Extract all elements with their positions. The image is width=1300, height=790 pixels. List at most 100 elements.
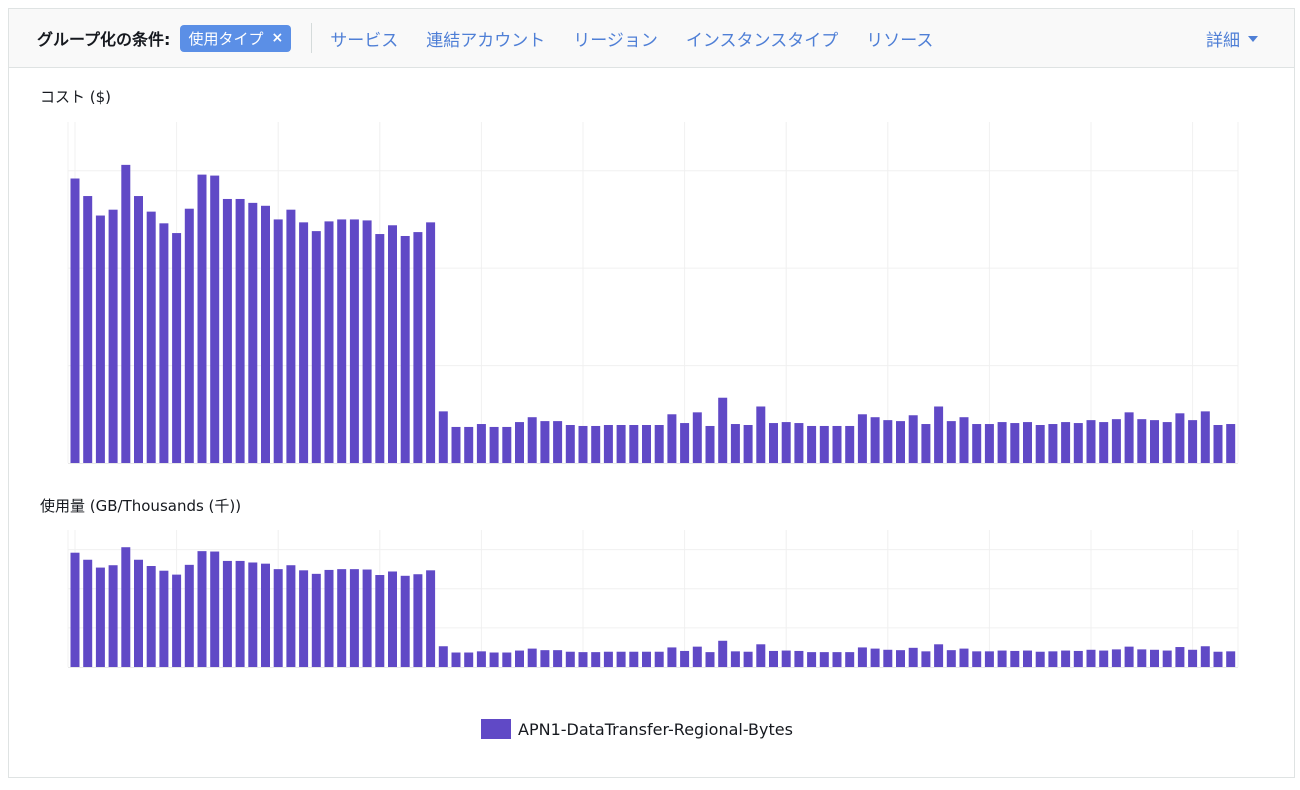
usage-bar (527, 648, 537, 667)
cost-bar (197, 174, 207, 463)
usage-bar (1200, 646, 1210, 667)
usage-bar (400, 575, 410, 667)
usage-bar (1124, 646, 1134, 667)
cost-bar (476, 424, 486, 463)
usage-bar (95, 567, 105, 667)
usage-bar (502, 652, 512, 667)
cost-bar (515, 422, 524, 463)
cost-bar (565, 425, 575, 463)
cost-bar (578, 425, 588, 463)
cost-bar (1188, 420, 1198, 463)
usage-bar (210, 551, 220, 667)
cost-bar (1213, 425, 1223, 463)
cost-bar (375, 234, 385, 463)
usage-bar (756, 644, 766, 667)
cost-bar (159, 223, 169, 463)
usage-bar (603, 651, 613, 667)
cost-bar (273, 219, 283, 463)
usage-bar (1213, 651, 1223, 667)
usage-bar (832, 652, 842, 667)
cost-bar (908, 415, 918, 463)
cost-bar (718, 397, 728, 463)
cost-bar (1162, 422, 1172, 463)
usage-bar (553, 650, 563, 667)
cost-bar (743, 425, 753, 463)
usage-bar (540, 650, 550, 667)
cost-bar (1023, 422, 1032, 463)
cost-bar (184, 208, 194, 463)
usage-bar (464, 652, 474, 667)
cost-bar (121, 164, 131, 463)
usage-bar (680, 650, 690, 667)
usage-bar (337, 569, 347, 667)
usage-bar (565, 651, 575, 667)
cost-bar (1061, 422, 1071, 463)
usage-bar (235, 560, 245, 667)
cost-bar (337, 219, 347, 463)
cost-bar (451, 426, 461, 463)
usage-bar (743, 651, 753, 667)
usage-bar (489, 652, 499, 667)
cost-bar (1124, 412, 1134, 463)
usage-bar (946, 650, 956, 667)
usage-bar (476, 651, 486, 667)
usage-bar (921, 651, 931, 667)
usage-bar (222, 560, 232, 667)
cost-bar (819, 425, 829, 463)
usage-bar (451, 652, 461, 667)
cost-bar (1035, 425, 1045, 463)
cost-bar (845, 425, 855, 463)
usage-bar (997, 650, 1007, 667)
cost-bar (807, 425, 817, 463)
cost-bar (1086, 420, 1096, 463)
usage-bar (1188, 649, 1198, 667)
usage-bar (299, 570, 309, 667)
cost-bar (438, 411, 448, 463)
cost-bar (489, 426, 499, 463)
usage-bar (591, 652, 601, 667)
cost-bar (235, 198, 245, 463)
cost-bar (883, 420, 893, 463)
cost-bar (934, 406, 944, 463)
legend-swatch (481, 719, 511, 739)
cost-bar (730, 424, 740, 463)
usage-bar (870, 648, 880, 667)
usage-bar (692, 646, 702, 667)
usage-bar (261, 563, 270, 667)
cost-bar (464, 426, 474, 463)
cost-bar (349, 219, 359, 463)
cost-bar (946, 421, 956, 463)
cost-bar (1137, 419, 1147, 463)
cost-bar (794, 423, 804, 463)
cost-bar (642, 425, 651, 463)
usage-bar (375, 575, 385, 667)
usage-bar (794, 650, 804, 667)
usage-bar (349, 569, 359, 667)
usage-bar (248, 562, 258, 667)
usage-bar (984, 651, 994, 667)
usage-bar (781, 650, 791, 667)
usage-bar (1035, 651, 1045, 667)
cost-bar (134, 196, 143, 463)
usage-bar (667, 647, 677, 667)
cost-bar (70, 178, 80, 463)
cost-bar (756, 406, 766, 463)
cost-bar (857, 414, 867, 463)
usage-bar (718, 640, 728, 667)
usage-bar (108, 565, 118, 667)
usage-bar (1023, 650, 1032, 667)
cost-bar (1010, 423, 1020, 463)
usage-bar (972, 651, 982, 667)
cost-bar (222, 198, 232, 463)
usage-bar (1162, 650, 1172, 667)
usage-bar (83, 559, 93, 667)
legend[interactable]: APN1-DataTransfer-Regional-Bytes (481, 719, 793, 739)
cost-bar (540, 421, 550, 463)
cost-bar (1150, 420, 1159, 463)
usage-bar (362, 569, 372, 667)
usage-bar (1061, 650, 1071, 667)
usage-bar (629, 651, 639, 667)
usage-bar (70, 552, 80, 667)
usage-bar (286, 565, 296, 667)
usage-bar (730, 651, 740, 667)
